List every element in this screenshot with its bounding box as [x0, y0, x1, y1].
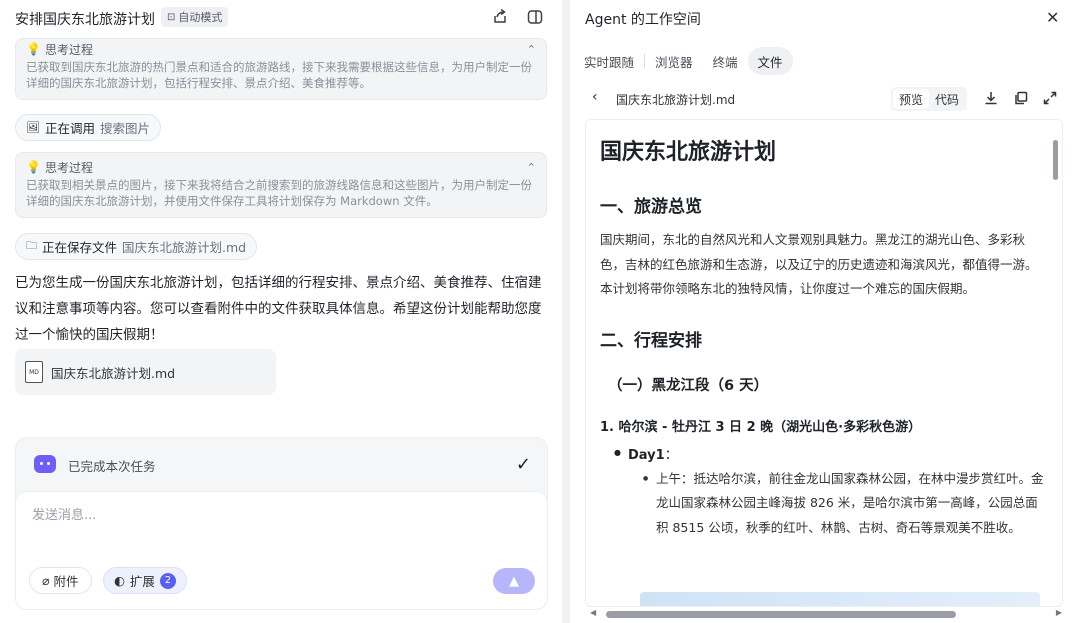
view-mode-toggle: 预览 代码	[891, 87, 968, 111]
robot-icon: ⊡	[167, 11, 176, 23]
tool-call-target: 国庆东北旅游计划.md	[122, 240, 247, 255]
share-icon[interactable]	[491, 8, 509, 26]
check-icon: ✓	[515, 454, 531, 475]
file-toolbar: ‹ 国庆东北旅游计划.md 预览 代码	[586, 86, 1064, 112]
attach-button[interactable]: ⌀ 附件	[29, 567, 92, 594]
markdown-file-icon: MD	[25, 361, 43, 383]
mode-badge-label: 自动模式	[178, 11, 223, 24]
thinking-block-2: 💡 思考过程 ⌃ 已获取到相关景点的图片，接下来我将结合之前搜索到的旅游线路信息…	[15, 152, 547, 218]
toggle-panel-icon[interactable]	[526, 8, 544, 26]
chat-header: 安排国庆东北旅游计划 ⊡ 自动模式	[0, 0, 562, 36]
image-icon: 🖼	[26, 121, 40, 134]
conversation-title: 安排国庆东北旅游计划	[15, 12, 155, 28]
back-arrow-icon[interactable]: ‹	[592, 89, 598, 105]
section-heading-overview: 一、旅游总览	[600, 197, 702, 217]
workspace-pane: Agent 的工作空间 ✕ 实时跟随 浏览器 终端 文件 ‹ 国庆东北旅游计划.…	[570, 0, 1079, 623]
thinking-label: 思考过程	[44, 42, 93, 57]
thinking-text: 已获取到国庆东北旅游的热门景点和适合的旅游路线，接下来我需要根据这些信息，为用户…	[26, 60, 532, 90]
copy-icon[interactable]	[1013, 90, 1029, 106]
download-icon[interactable]	[983, 90, 999, 106]
thinking-label: 思考过程	[44, 160, 93, 175]
tool-call-target: 搜索图片	[99, 121, 150, 136]
task-status-text: 已完成本次任务	[68, 459, 156, 474]
day-activity-item: 上午：抵达哈尔滨，前往金龙山国家森林公园，在林中漫步赏红叶。金龙山国家森林公园主…	[643, 467, 1048, 541]
day-label-colon: ：	[664, 447, 678, 463]
app-root: 安排国庆东北旅游计划 ⊡ 自动模式 💡 思考过程 ⌃ 已获取到国庆东北旅游的热门…	[0, 0, 1079, 623]
thinking-header-2[interactable]: 💡 思考过程 ⌃	[26, 159, 536, 175]
section-heading-itinerary: 二、行程安排	[600, 330, 702, 351]
workspace-tabs: 实时跟随 浏览器 终端 文件	[584, 47, 793, 75]
route-heading: 1. 哈尔滨 - 牡丹江 3 日 2 晚（湖光山色·多彩秋色游）	[600, 419, 922, 435]
pane-splitter[interactable]	[562, 0, 570, 623]
workspace-title: Agent 的工作空间	[585, 12, 701, 28]
day-label: Day1	[628, 447, 665, 463]
overview-paragraph: 国庆期间，东北的自然风光和人文景观别具魅力。黑龙江的湖光山色、多彩秋色，吉林的红…	[600, 232, 1038, 296]
extensions-label: 扩展	[129, 574, 155, 589]
code-button[interactable]: 代码	[929, 89, 965, 109]
day-list: Day1： 上午：抵达哈尔滨，前往金龙山国家森林公园，在林中漫步赏红叶。金龙山国…	[600, 444, 1048, 541]
tab-browser[interactable]: 浏览器	[645, 47, 703, 75]
attach-label: 附件	[53, 574, 79, 589]
day-item: Day1：	[614, 444, 1048, 463]
paperclip-icon: ⌀	[42, 573, 50, 588]
message-input[interactable]	[32, 508, 512, 523]
extensions-count-badge: 2	[159, 572, 176, 589]
attachment-file-card[interactable]: MD 国庆东北旅游计划.md	[15, 349, 276, 395]
tool-call-pill-2[interactable]: 🗀 正在保存文件 国庆东北旅游计划.md	[15, 233, 258, 260]
chat-pane: 安排国庆东北旅游计划 ⊡ 自动模式 💡 思考过程 ⌃ 已获取到国庆东北旅游的热门…	[0, 0, 562, 623]
scroll-right-arrow-icon[interactable]: ▶	[1056, 608, 1062, 617]
horizontal-scrollbar-track: ◀ ▶	[590, 608, 1062, 618]
lightbulb-icon: 💡	[26, 42, 41, 56]
chevron-up-icon[interactable]: ⌃	[527, 43, 536, 56]
message-input-area: ⌀ 附件 ◐ 扩展 2 ▲	[15, 491, 548, 610]
extensions-button[interactable]: ◐ 扩展 2	[103, 567, 187, 594]
tab-live-follow[interactable]: 实时跟随	[584, 47, 644, 75]
open-file-name: 国庆东北旅游计划.md	[616, 93, 736, 107]
scroll-left-arrow-icon[interactable]: ◀	[590, 608, 596, 617]
lightbulb-icon: 💡	[26, 160, 41, 174]
thinking-text: 已获取到相关景点的图片，接下来我将结合之前搜索到的旅游线路信息和这些图片，为用户…	[26, 178, 532, 208]
send-arrow-icon: ▲	[509, 573, 519, 589]
task-status-row[interactable]: 已完成本次任务 ✓	[16, 438, 547, 492]
send-button[interactable]: ▲	[493, 568, 535, 594]
tool-call-pill-1[interactable]: 🖼 正在调用 搜索图片	[15, 114, 161, 141]
bot-avatar-icon	[34, 455, 56, 473]
extension-icon: ◐	[114, 573, 125, 588]
thinking-block-1: 💡 思考过程 ⌃ 已获取到国庆东北旅游的热门景点和适合的旅游路线，接下来我需要根…	[15, 38, 547, 100]
assistant-answer: 已为您生成一份国庆东北旅游计划，包括详细的行程安排、景点介绍、美食推荐、住宿建议…	[15, 275, 542, 343]
tab-files[interactable]: 文件	[747, 47, 793, 75]
thinking-header-1[interactable]: 💡 思考过程 ⌃	[26, 41, 536, 57]
markdown-preview: 国庆东北旅游计划 一、旅游总览 国庆期间，东北的自然风光和人文景观别具魅力。黑龙…	[585, 119, 1063, 607]
task-composer: 已完成本次任务 ✓ ⌀ 附件 ◐ 扩展 2 ▲	[15, 437, 548, 610]
embedded-image	[640, 592, 1040, 606]
horizontal-scrollbar[interactable]	[606, 611, 956, 618]
markdown-content: 国庆东北旅游计划 一、旅游总览 国庆期间，东北的自然风光和人文景观别具魅力。黑龙…	[600, 134, 1048, 540]
preview-button[interactable]: 预览	[893, 89, 930, 109]
attachment-file-name: 国庆东北旅游计划.md	[51, 365, 176, 381]
doc-title: 国庆东北旅游计划	[600, 140, 777, 165]
tool-call-label: 正在调用	[44, 121, 95, 136]
tool-call-label: 正在保存文件	[42, 240, 118, 255]
chevron-up-icon[interactable]: ⌃	[527, 161, 536, 174]
tab-terminal[interactable]: 终端	[703, 47, 748, 75]
subsection-heading-heilongjiang: （一）黑龙江段（6 天）	[608, 377, 769, 394]
close-icon[interactable]: ✕	[1046, 8, 1059, 27]
file-save-icon: 🗀	[26, 239, 37, 252]
expand-icon[interactable]	[1042, 90, 1058, 106]
mode-badge[interactable]: ⊡ 自动模式	[161, 7, 229, 27]
vertical-scrollbar[interactable]	[1053, 140, 1058, 180]
